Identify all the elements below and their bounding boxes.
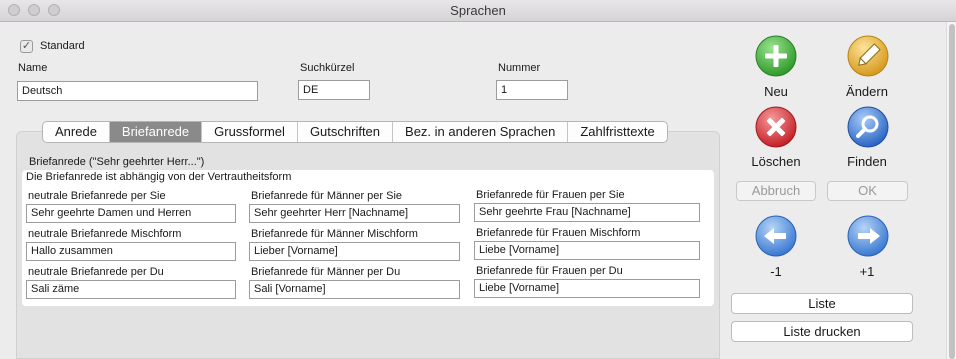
neutral-misch-field[interactable]: Hallo zusammen — [26, 242, 236, 261]
next-button[interactable] — [847, 215, 889, 257]
abbruch-button[interactable]: Abbruch — [736, 181, 816, 201]
plus-icon — [755, 35, 797, 77]
liste-drucken-button[interactable]: Liste drucken — [731, 321, 913, 342]
cell-label: Briefanrede für Männer Mischform — [251, 228, 418, 240]
prev-button[interactable] — [755, 215, 797, 257]
group-subtitle: Die Briefanrede ist abhängig von der Ver… — [26, 171, 292, 183]
cell-label: neutrale Briefanrede per Du — [28, 266, 164, 278]
finden-label: Finden — [847, 154, 887, 169]
tab-anrede[interactable]: Anrede — [43, 122, 110, 142]
next-label: +1 — [859, 264, 875, 279]
nummer-field[interactable]: 1 — [496, 80, 568, 100]
liste-button[interactable]: Liste — [731, 293, 913, 314]
tab-briefanrede[interactable]: Briefanrede — [109, 122, 203, 142]
ok-button[interactable]: OK — [827, 181, 908, 201]
cell-label: Briefanrede für Frauen per Sie — [476, 189, 625, 201]
maenner-du-field[interactable]: Sali [Vorname] — [249, 280, 460, 299]
neu-button[interactable] — [755, 35, 797, 77]
aendern-label: Ändern — [846, 84, 888, 99]
name-field[interactable]: Deutsch — [17, 81, 258, 101]
neu-label: Neu — [764, 84, 788, 99]
window-title: Sprachen — [450, 3, 506, 18]
tab-grussformel[interactable]: Grussformel — [202, 122, 298, 142]
frauen-sie-field[interactable]: Sehr geehrte Frau [Nachname] — [474, 203, 700, 222]
cell-label: Briefanrede für Männer per Du — [251, 266, 401, 278]
cell-label: neutrale Briefanrede Mischform — [28, 228, 182, 240]
loeschen-button[interactable] — [755, 106, 797, 148]
frauen-misch-field[interactable]: Liebe [Vorname] — [474, 241, 700, 260]
suchkuerzel-field[interactable]: DE — [298, 80, 370, 100]
neutral-sie-field[interactable]: Sehr geehrte Damen und Herren — [26, 204, 236, 223]
title-bar: Sprachen — [0, 0, 956, 22]
arrow-right-icon — [847, 215, 889, 257]
standard-label: Standard — [40, 40, 85, 52]
suchkuerzel-label: Suchkürzel — [300, 62, 355, 74]
finden-button[interactable] — [847, 106, 889, 148]
cell-label: Briefanrede für Frauen per Du — [476, 265, 623, 277]
aendern-button[interactable] — [847, 35, 889, 77]
scrollbar-thumb[interactable] — [949, 24, 955, 359]
name-label: Name — [18, 62, 48, 74]
prev-label: -1 — [770, 264, 782, 279]
frauen-du-field[interactable]: Liebe [Vorname] — [474, 279, 700, 298]
tab-bar: Anrede Briefanrede Grussformel Gutschrif… — [42, 121, 668, 143]
x-icon — [755, 106, 797, 148]
arrow-left-icon — [755, 215, 797, 257]
pencil-icon — [847, 35, 889, 77]
group-title: Briefanrede ("Sehr geehrter Herr...") — [29, 156, 205, 168]
loeschen-label: Löschen — [751, 154, 801, 169]
standard-checkbox[interactable]: ✓ — [20, 40, 33, 53]
cell-label: neutrale Briefanrede per Sie — [28, 190, 166, 202]
cell-label: Briefanrede für Frauen Mischform — [476, 227, 641, 239]
nummer-label: Nummer — [498, 62, 541, 74]
tab-zahlfristtexte[interactable]: Zahlfristtexte — [568, 122, 666, 142]
cell-label: Briefanrede für Männer per Sie — [251, 190, 403, 202]
neutral-du-field[interactable]: Sali zäme — [26, 280, 236, 299]
tab-bez-in-anderen-sprachen[interactable]: Bez. in anderen Sprachen — [393, 122, 569, 142]
maenner-misch-field[interactable]: Lieber [Vorname] — [249, 242, 460, 261]
magnifier-icon — [847, 106, 889, 148]
tab-gutschriften[interactable]: Gutschriften — [298, 122, 394, 142]
maenner-sie-field[interactable]: Sehr geehrter Herr [Nachname] — [249, 204, 460, 223]
vertical-scrollbar[interactable] — [946, 22, 956, 359]
